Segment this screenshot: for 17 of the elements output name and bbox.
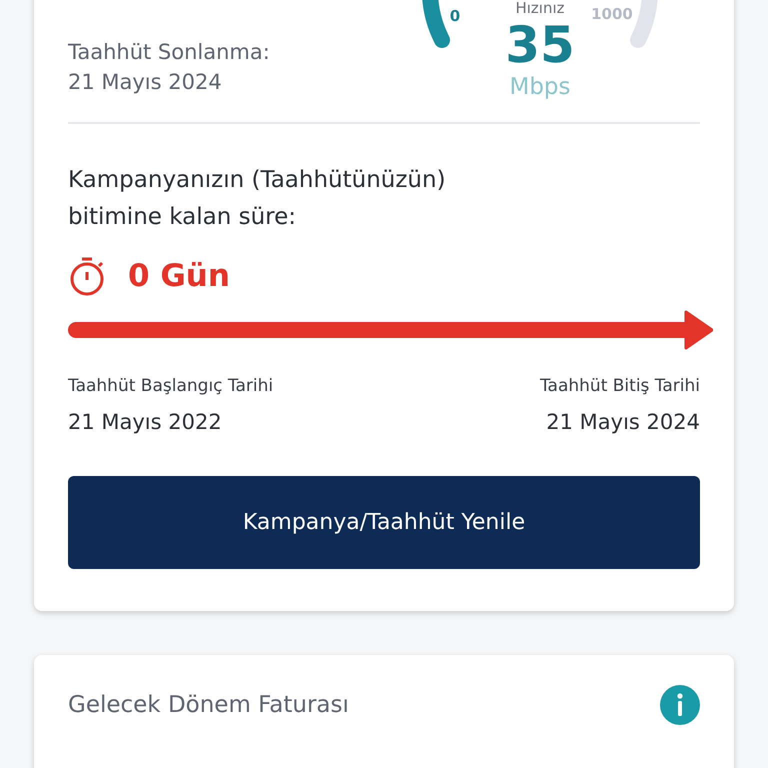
info-icon[interactable] [660,685,700,725]
next-invoice-title: Gelecek Dönem Faturası [68,692,349,718]
date-label: Taahhüt Bitiş Tarihi [540,376,700,396]
date-label: Taahhüt Başlangıç Tarihi [68,376,274,396]
remaining-days: 0 Gün [128,258,230,294]
speed-caption: Hızınız [515,1,565,16]
gauge-max-label: 1000 [591,5,633,23]
speed-value: 35 [505,20,575,70]
remaining-title: Kampanyanızın (Taahhütünüzün) bitimine kalan süre: [68,166,447,232]
date-value: 21 Mayıs 2022 [68,410,223,434]
gauge-min-label: 0 [450,7,460,25]
renew-button[interactable]: Kampanya/Taahhüt Yenile [68,476,700,569]
date-value: 21 Mayıs 2024 [546,410,700,434]
speed-unit: Mbps [509,74,571,100]
commitment-end-label: Taahhüt Sonlanma: [68,40,270,64]
commitment-end-date: 21 Mayıs 2024 [68,70,223,94]
stopwatch-icon [68,256,106,296]
